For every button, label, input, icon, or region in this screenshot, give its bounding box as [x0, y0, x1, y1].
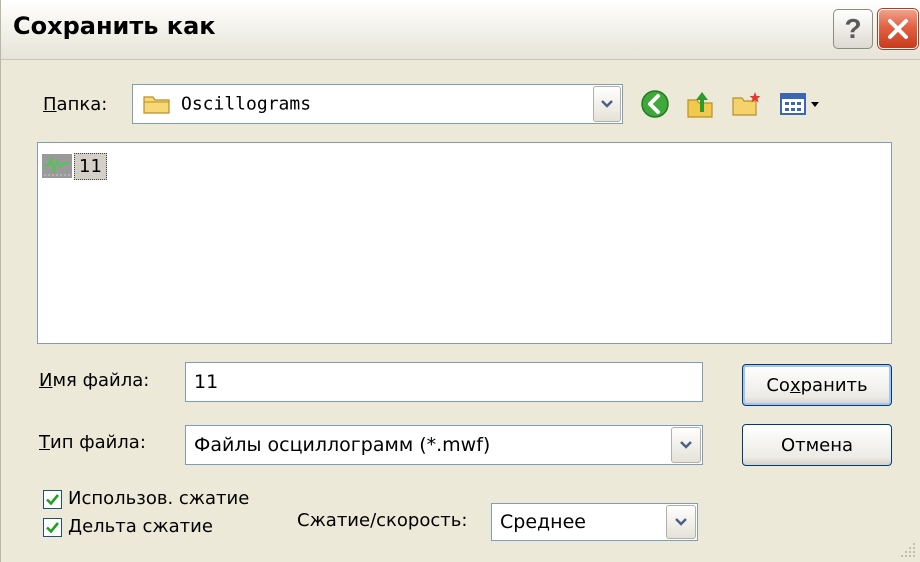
filetype-combo[interactable]: Файлы осциллограмм (*.mwf): [185, 425, 703, 465]
use-compression-label: Использов. сжатие: [68, 488, 250, 509]
save-label-accel: х: [789, 374, 801, 396]
new-folder-icon[interactable]: [731, 88, 763, 120]
delta-compression-label: Дельта сжатие: [68, 516, 213, 537]
folder-value: Oscillograms: [181, 93, 312, 115]
chevron-down-icon: [675, 518, 687, 526]
file-name: 11: [74, 152, 107, 180]
folder-label: Папка:: [43, 94, 108, 115]
folder-icon: [143, 96, 170, 114]
up-folder-icon[interactable]: [685, 88, 717, 120]
save-as-dialog: Сохранить как ? Папка: Oscillograms 11 И…: [0, 0, 920, 562]
filetype-dropdown-button[interactable]: [671, 427, 701, 463]
filename-input[interactable]: 11: [185, 362, 703, 402]
cancel-button[interactable]: Отмена: [742, 424, 892, 466]
help-button[interactable]: ?: [833, 9, 873, 49]
speed-combo[interactable]: Среднее: [491, 503, 698, 541]
filetype-label: Тип файла:: [39, 432, 146, 453]
speed-dropdown-button[interactable]: [666, 505, 696, 539]
chevron-down-icon: [601, 100, 613, 108]
filename-value: 11: [194, 371, 219, 393]
cancel-label: Отмена: [780, 434, 854, 456]
chevron-down-icon: [680, 441, 692, 449]
resize-grip-icon[interactable]: [898, 540, 918, 560]
save-label-pre: Со: [766, 374, 790, 396]
save-label-post: ранить: [800, 374, 868, 396]
delta-compression-checkbox[interactable]: [43, 518, 62, 537]
speed-value: Среднее: [500, 511, 586, 533]
use-compression-checkbox[interactable]: [43, 490, 62, 509]
file-item[interactable]: 11: [42, 149, 107, 183]
checkmark-icon: [46, 522, 60, 534]
file-list[interactable]: 11: [37, 142, 892, 344]
save-button[interactable]: Со х ранить: [742, 364, 892, 406]
view-menu-icon[interactable]: [779, 88, 825, 120]
filename-label: Имя файла:: [39, 370, 150, 391]
folder-combo[interactable]: Oscillograms: [132, 84, 623, 124]
checkmark-icon: [46, 494, 60, 506]
folder-dropdown-button[interactable]: [593, 86, 621, 122]
back-icon[interactable]: [639, 88, 671, 120]
speed-label: Сжатие/скорость:: [297, 510, 468, 531]
title-bar[interactable]: Сохранить как ?: [1, 0, 920, 60]
close-icon: [888, 19, 908, 39]
oscillogram-file-icon: [42, 154, 72, 178]
filetype-value: Файлы осциллограмм (*.mwf): [194, 434, 491, 456]
help-icon: ?: [844, 13, 862, 44]
dialog-title: Сохранить как: [13, 12, 216, 40]
close-button[interactable]: [878, 9, 918, 49]
